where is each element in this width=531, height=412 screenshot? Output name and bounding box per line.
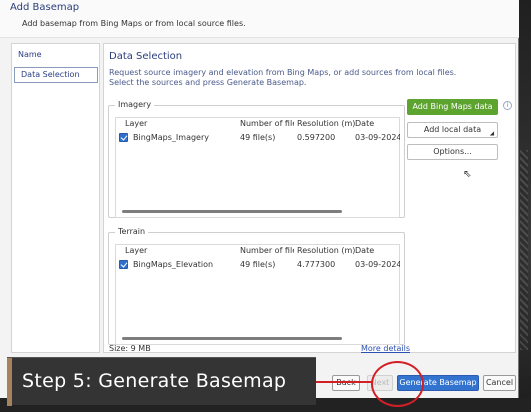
- step-caption: Step 5: Generate Basemap: [22, 370, 287, 392]
- nav-item-data-selection[interactable]: Data Selection: [14, 67, 98, 83]
- add-basemap-dialog: Add Basemap Add basemap from Bing Maps o…: [0, 0, 519, 398]
- nav-item-name[interactable]: Name: [12, 48, 99, 64]
- horizontal-scrollbar[interactable]: [122, 337, 342, 340]
- map-background: [518, 0, 531, 412]
- terrain-table-header: Layer Number of files Resolution (m) Dat…: [116, 245, 399, 257]
- add-local-data-button[interactable]: Add local data: [407, 122, 498, 138]
- annotation-pointer-line: [316, 381, 372, 383]
- add-local-data-label: Add local data: [423, 125, 482, 134]
- file-count: 49 file(s): [240, 260, 276, 269]
- resolution-value: 4.777300: [297, 260, 336, 269]
- add-bing-maps-button[interactable]: Add Bing Maps data: [407, 99, 498, 115]
- column-files[interactable]: Number of files: [240, 246, 294, 255]
- description-line-1: Request source imagery and elevation fro…: [109, 68, 457, 77]
- layer-name: BingMaps_Imagery: [133, 133, 209, 142]
- column-files[interactable]: Number of files: [240, 119, 294, 128]
- banner-accent-bar: [7, 358, 12, 406]
- step-banner: Step 5: Generate Basemap: [7, 357, 316, 406]
- more-details-link[interactable]: More details: [361, 344, 410, 353]
- panel-description: Request source imagery and elevation fro…: [109, 68, 456, 88]
- info-icon[interactable]: i: [503, 101, 512, 110]
- column-layer[interactable]: Layer: [125, 119, 147, 128]
- dialog-title: Add Basemap: [10, 2, 80, 13]
- layer-checkbox[interactable]: [119, 133, 128, 142]
- terrain-group: Terrain Layer Number of files Resolution…: [108, 227, 405, 345]
- imagery-label: Imagery: [115, 100, 155, 109]
- layer-name: BingMaps_Elevation: [133, 260, 214, 269]
- table-row[interactable]: BingMaps_Imagery 49 file(s) 0.597200 03-…: [116, 132, 400, 144]
- column-resolution[interactable]: Resolution (m): [297, 119, 355, 128]
- mouse-cursor-icon: ⇖: [463, 169, 472, 180]
- annotation-highlight-circle: [371, 361, 424, 407]
- description-line-2: Select the sources and press Generate Ba…: [109, 78, 307, 87]
- table-row[interactable]: BingMaps_Elevation 49 file(s) 4.777300 0…: [116, 259, 400, 271]
- imagery-table: Layer Number of files Resolution (m) Dat…: [115, 117, 400, 218]
- date-value: 03-09-2024 1...: [355, 260, 400, 269]
- column-date[interactable]: Date: [355, 119, 374, 128]
- imagery-group: Imagery Layer Number of files Resolution…: [108, 100, 405, 218]
- wizard-nav: Name Data Selection: [11, 43, 100, 353]
- options-button[interactable]: Options...: [407, 144, 498, 160]
- cancel-button[interactable]: Cancel: [483, 375, 516, 391]
- column-layer[interactable]: Layer: [125, 246, 147, 255]
- panel-title: Data Selection: [109, 51, 183, 62]
- dropdown-corner-icon: [489, 131, 497, 138]
- resolution-value: 0.597200: [297, 133, 336, 142]
- dialog-header: Add Basemap Add basemap from Bing Maps o…: [0, 0, 519, 38]
- date-value: 03-09-2024 1...: [355, 133, 400, 142]
- size-label: Size: 9 MB: [109, 344, 151, 353]
- data-selection-panel: Data Selection Request source imagery an…: [103, 43, 516, 353]
- column-resolution[interactable]: Resolution (m): [297, 246, 355, 255]
- layer-checkbox[interactable]: [119, 260, 128, 269]
- back-button[interactable]: Back: [332, 375, 360, 391]
- terrain-table: Layer Number of files Resolution (m) Dat…: [115, 244, 400, 345]
- dialog-subtitle: Add basemap from Bing Maps or from local…: [22, 19, 246, 28]
- horizontal-scrollbar[interactable]: [122, 210, 342, 213]
- terrain-label: Terrain: [115, 227, 149, 236]
- column-date[interactable]: Date: [355, 246, 374, 255]
- file-count: 49 file(s): [240, 133, 276, 142]
- imagery-table-header: Layer Number of files Resolution (m) Dat…: [116, 118, 399, 130]
